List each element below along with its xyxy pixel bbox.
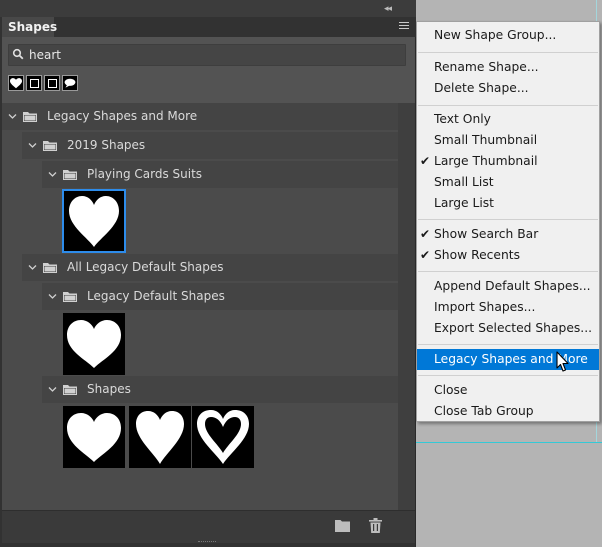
menu-item-text-only[interactable]: Text Only [417,109,599,130]
menu-separator [418,52,598,53]
search-input[interactable] [29,46,399,64]
checkmark-icon: ✔ [420,227,431,241]
speech-bubble-icon[interactable] [62,75,78,91]
panel-footer [2,510,415,543]
menu-separator [418,105,598,106]
menu-separator [418,344,598,345]
tree-label: Shapes [87,382,131,396]
menu-item-export-selected-shapes[interactable]: Export Selected Shapes... [417,318,599,339]
menu-item-show-recents[interactable]: ✔ Show Recents [417,245,599,266]
trash-icon[interactable] [369,518,382,533]
shape-thumbnail-heart-outline[interactable] [192,406,254,468]
shape-thumbnail-heart-2[interactable] [129,406,191,468]
menu-item-close-tab-group[interactable]: Close Tab Group [417,401,599,422]
tree-group-legacy-default-shapes[interactable]: Legacy Default Shapes [42,283,398,310]
heart-shape-icon [136,411,184,464]
search-bar[interactable] [8,44,406,66]
guide-line-horizontal [415,442,602,443]
resize-grip[interactable] [198,541,216,543]
tree-group-legacy-shapes-and-more[interactable]: Legacy Shapes and More [2,103,398,130]
shape-thumbnail-heart-legacy[interactable] [63,313,125,375]
folder-icon [43,141,57,151]
tree-label: Legacy Default Shapes [87,289,225,303]
menu-item-small-thumbnail[interactable]: Small Thumbnail [417,130,599,151]
square-icon[interactable] [26,75,42,91]
checkmark-icon: ✔ [420,154,431,168]
chevron-down-icon[interactable] [8,112,17,121]
menu-item-show-search-bar[interactable]: ✔ Show Search Bar [417,224,599,245]
menu-item-large-list[interactable]: Large List [417,193,599,214]
chevron-down-icon[interactable] [48,170,57,179]
recents-bar [8,75,78,93]
tree-label: All Legacy Default Shapes [67,260,224,274]
chevron-down-icon[interactable] [48,385,57,394]
menu-separator [418,219,598,220]
folder-icon [63,292,77,302]
menu-item-small-list[interactable]: Small List [417,172,599,193]
tree-group-2019-shapes[interactable]: 2019 Shapes [22,132,398,159]
square-icon[interactable] [44,75,60,91]
menu-item-close[interactable]: Close [417,380,599,401]
chevron-down-icon[interactable] [28,263,37,272]
menu-separator [418,271,598,272]
panel-title-strip[interactable]: ◂◂ [0,0,416,17]
menu-item-append-default-shapes[interactable]: Append Default Shapes... [417,276,599,297]
chevron-down-icon[interactable] [28,141,37,150]
menu-separator [418,375,598,376]
folder-icon [23,112,37,122]
tab-shapes-label: Shapes [8,20,58,34]
new-group-folder-icon[interactable] [335,519,350,532]
tab-shapes[interactable]: Shapes [2,17,58,37]
panel-flyout-menu: New Shape Group... Rename Shape... Delet… [416,21,600,422]
tab-bar [54,17,416,37]
heart-outline-icon [197,410,249,464]
menu-item-rename-shape[interactable]: Rename Shape... [417,57,599,78]
heart-icon[interactable] [8,75,24,91]
scrollbar[interactable] [398,103,415,510]
hamburger-icon[interactable] [399,22,409,32]
menu-item-legacy-shapes-and-more[interactable]: Legacy Shapes and More [417,349,599,370]
collapse-icon[interactable]: ◂◂ [384,4,392,14]
folder-icon [63,385,77,395]
folder-icon [63,170,77,180]
search-icon [12,48,24,60]
tree-label: Legacy Shapes and More [47,109,198,123]
tree-group-playing-cards-suits[interactable]: Playing Cards Suits [42,161,398,188]
menu-item-large-thumbnail[interactable]: ✔ Large Thumbnail [417,151,599,172]
heart-shape-icon [67,320,121,368]
heart-shape-icon [67,413,121,462]
menu-item-import-shapes[interactable]: Import Shapes... [417,297,599,318]
tree-label: 2019 Shapes [67,138,146,152]
folder-icon [43,263,57,273]
tree-label: Playing Cards Suits [87,167,203,181]
shape-thumbnail-heart-1[interactable] [63,406,125,468]
heart-shape-icon [69,196,119,247]
menu-item-new-shape-group[interactable]: New Shape Group... [417,25,599,46]
tree-group-all-legacy-default-shapes[interactable]: All Legacy Default Shapes [22,254,398,281]
chevron-down-icon[interactable] [48,292,57,301]
shape-thumbnail-heart-card[interactable] [62,189,126,253]
tree-group-shapes[interactable]: Shapes [42,376,398,403]
mouse-cursor-icon [556,351,569,372]
menu-item-delete-shape[interactable]: Delete Shape... [417,78,599,99]
checkmark-icon: ✔ [420,248,431,262]
